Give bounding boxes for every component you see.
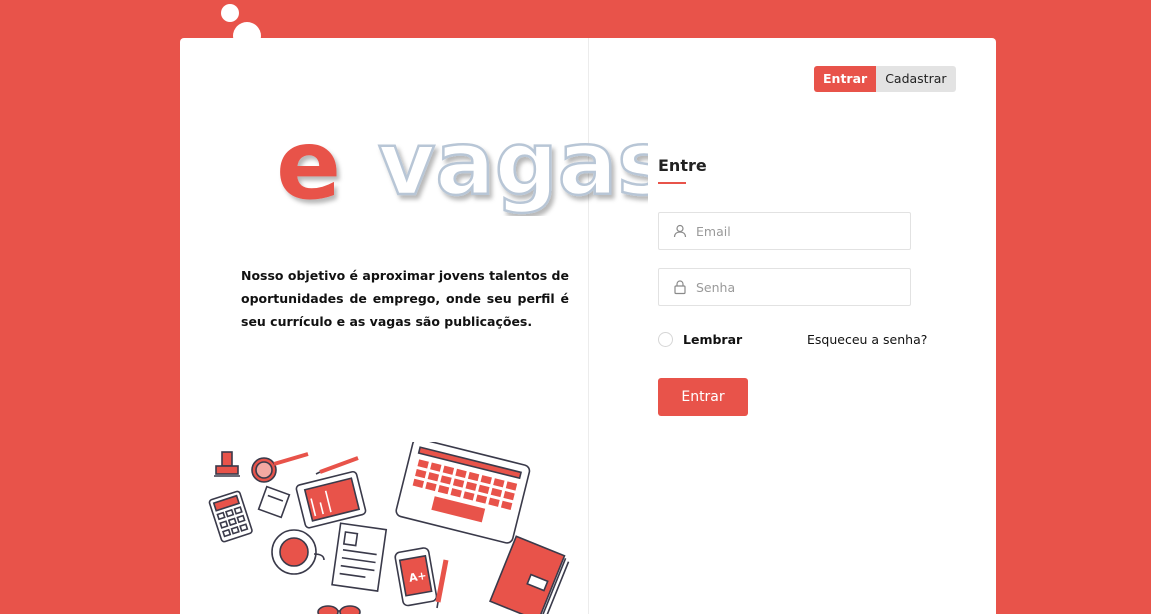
tablet-icon: [295, 470, 367, 529]
register-toggle-button[interactable]: Cadastrar: [876, 66, 956, 92]
sticky-note-icon: [257, 485, 291, 519]
coffee-cup-icon: [271, 529, 325, 575]
workspace-illustration: A+: [208, 442, 570, 614]
evagas-logo: e vagas: [276, 120, 648, 216]
notebook-icon: [489, 535, 570, 614]
magnifier-icon: [251, 452, 309, 483]
login-submit-button[interactable]: Entrar: [658, 378, 748, 416]
laptop-icon: [395, 442, 531, 544]
decorative-bubble-small: [221, 4, 239, 22]
login-toggle-button[interactable]: Entrar: [814, 66, 877, 92]
remember-me[interactable]: Lembrar: [658, 332, 742, 347]
phone-icon: A+: [394, 547, 438, 607]
password-field[interactable]: [658, 268, 911, 306]
auth-mode-toggle: Entrar Cadastrar: [814, 66, 956, 92]
calculator-icon: [208, 490, 253, 543]
pen-icon: [435, 559, 449, 609]
document-icon: [331, 522, 388, 592]
email-input[interactable]: [696, 223, 896, 239]
user-icon: [673, 224, 687, 238]
stamp-icon: [214, 451, 240, 477]
login-form-title: Entre: [658, 156, 707, 175]
remember-radio[interactable]: [658, 332, 673, 347]
forgot-password-link[interactable]: Esqueceu a senha?: [807, 332, 927, 347]
mission-statement: Nosso objetivo é aproximar jovens talent…: [241, 268, 569, 329]
logo-word-vagas: vagas: [378, 120, 648, 215]
remember-label: Lembrar: [683, 332, 743, 347]
glasses-icon: [317, 605, 361, 614]
lock-icon: [674, 280, 686, 295]
password-input[interactable]: [696, 279, 896, 295]
email-field[interactable]: [658, 212, 911, 250]
login-card: e vagas Nosso objetivo é aproximar joven…: [180, 38, 996, 614]
logo-letter-e: e: [276, 120, 341, 216]
title-underline: [658, 182, 686, 184]
login-page: e vagas Nosso objetivo é aproximar joven…: [0, 0, 1151, 614]
